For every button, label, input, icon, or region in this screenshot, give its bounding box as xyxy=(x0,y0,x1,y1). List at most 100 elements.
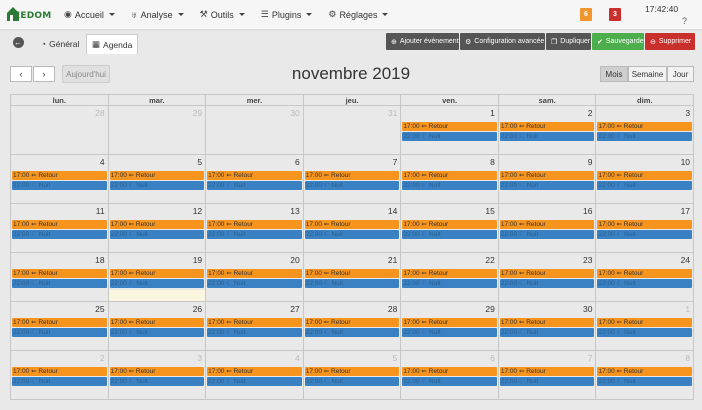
event-retour[interactable]: 17:00 ⇐ Retour xyxy=(499,122,595,131)
event-nuit[interactable]: 22:00 ☾ Nuit xyxy=(304,328,400,337)
day-number[interactable]: 29 xyxy=(485,304,494,314)
day-cell[interactable]: 7 17:00 ⇐ Retour 22:00 ☾ Nuit xyxy=(302,155,401,203)
day-cell[interactable]: 12 17:00 ⇐ Retour 22:00 ☾ Nuit xyxy=(107,204,206,252)
day-cell[interactable]: 15 17:00 ⇐ Retour 22:00 ☾ Nuit xyxy=(400,204,498,252)
event-nuit[interactable]: 22:00 ☾ Nuit xyxy=(402,181,497,190)
day-number[interactable]: 30 xyxy=(290,108,299,118)
event-nuit[interactable]: 22:00 ☾ Nuit xyxy=(597,181,693,190)
event-retour[interactable]: 17:00 ⇐ Retour xyxy=(12,269,107,278)
day-number[interactable]: 5 xyxy=(197,157,202,167)
day-cell[interactable]: 8 17:00 ⇐ Retour 22:00 ☾ Nuit xyxy=(400,155,498,203)
menu-plugins[interactable]: ☰ Plugins xyxy=(253,0,321,30)
day-cell[interactable]: 30 17:00 ⇐ Retour 22:00 ☾ Nuit xyxy=(497,302,596,350)
event-nuit[interactable]: 22:00 ☾ Nuit xyxy=(402,328,497,337)
day-number[interactable]: 3 xyxy=(685,108,690,118)
event-retour[interactable]: 17:00 ⇐ Retour xyxy=(402,122,497,131)
day-cell[interactable]: 10 17:00 ⇐ Retour 22:00 ☾ Nuit xyxy=(595,155,695,203)
day-number[interactable]: 19 xyxy=(193,255,202,265)
message-count-badge[interactable]: 6 xyxy=(580,8,592,21)
event-nuit[interactable]: 22:00 ☾ Nuit xyxy=(597,230,693,239)
event-retour[interactable]: 17:00 ⇐ Retour xyxy=(597,318,693,327)
event-nuit[interactable]: 22:00 ☾ Nuit xyxy=(499,181,595,190)
event-nuit[interactable]: 22:00 ☾ Nuit xyxy=(109,181,205,190)
day-number[interactable]: 6 xyxy=(490,353,495,363)
event-retour[interactable]: 17:00 ⇐ Retour xyxy=(597,171,693,180)
day-number[interactable]: 8 xyxy=(490,157,495,167)
event-nuit[interactable]: 22:00 ☾ Nuit xyxy=(304,377,400,386)
day-number[interactable]: 9 xyxy=(588,157,593,167)
event-retour[interactable]: 17:00 ⇐ Retour xyxy=(207,171,302,180)
event-retour[interactable]: 17:00 ⇐ Retour xyxy=(402,171,497,180)
day-number[interactable]: 14 xyxy=(388,206,397,216)
day-cell[interactable]: 31 xyxy=(302,106,401,154)
event-nuit[interactable]: 22:00 ☾ Nuit xyxy=(207,377,302,386)
alert-count-badge[interactable]: 3 xyxy=(609,8,621,21)
event-nuit[interactable]: 22:00 ☾ Nuit xyxy=(402,279,497,288)
day-number[interactable]: 1 xyxy=(685,304,690,314)
day-cell[interactable]: 13 17:00 ⇐ Retour 22:00 ☾ Nuit xyxy=(205,204,303,252)
day-number[interactable]: 22 xyxy=(485,255,494,265)
event-nuit[interactable]: 22:00 ☾ Nuit xyxy=(207,279,302,288)
tab-general[interactable]: ◔ Général xyxy=(36,34,84,54)
add-event-button[interactable]: ⊕ Ajouter événement xyxy=(386,33,459,50)
event-retour[interactable]: 17:00 ⇐ Retour xyxy=(109,220,205,229)
day-cell[interactable]: 26 17:00 ⇐ Retour 22:00 ☾ Nuit xyxy=(107,302,206,350)
day-number[interactable]: 4 xyxy=(100,157,105,167)
event-nuit[interactable]: 22:00 ☾ Nuit xyxy=(499,328,595,337)
event-retour[interactable]: 17:00 ⇐ Retour xyxy=(402,318,497,327)
day-cell[interactable]: 24 17:00 ⇐ Retour 22:00 ☾ Nuit xyxy=(595,253,695,301)
day-cell[interactable]: 20 17:00 ⇐ Retour 22:00 ☾ Nuit xyxy=(205,253,303,301)
event-retour[interactable]: 17:00 ⇐ Retour xyxy=(597,269,693,278)
back-button[interactable]: ← xyxy=(10,35,26,50)
day-number[interactable]: 24 xyxy=(681,255,690,265)
day-number[interactable]: 26 xyxy=(193,304,202,314)
day-cell[interactable]: 11 17:00 ⇐ Retour 22:00 ☾ Nuit xyxy=(10,204,108,252)
event-nuit[interactable]: 22:00 ☾ Nuit xyxy=(12,230,107,239)
event-retour[interactable]: 17:00 ⇐ Retour xyxy=(109,269,205,278)
event-retour[interactable]: 17:00 ⇐ Retour xyxy=(12,171,107,180)
day-number[interactable]: 7 xyxy=(393,157,398,167)
day-number[interactable]: 3 xyxy=(197,353,202,363)
day-number[interactable]: 11 xyxy=(96,206,105,216)
day-cell[interactable]: 7 17:00 ⇐ Retour 22:00 ☾ Nuit xyxy=(497,351,596,399)
day-number[interactable]: 17 xyxy=(681,206,690,216)
day-cell[interactable]: 28 17:00 ⇐ Retour 22:00 ☾ Nuit xyxy=(302,302,401,350)
day-cell[interactable]: 2 17:00 ⇐ Retour 22:00 ☾ Nuit xyxy=(497,106,596,154)
day-number[interactable]: 28 xyxy=(95,108,104,118)
duplicate-button[interactable]: ❐ Dupliquer xyxy=(546,33,591,50)
day-cell[interactable]: 28 xyxy=(10,106,108,154)
view-day-button[interactable]: Jour xyxy=(667,66,694,82)
event-retour[interactable]: 17:00 ⇐ Retour xyxy=(12,367,107,376)
view-week-button[interactable]: Semaine xyxy=(628,66,667,82)
day-cell[interactable]: 16 17:00 ⇐ Retour 22:00 ☾ Nuit xyxy=(497,204,596,252)
event-retour[interactable]: 17:00 ⇐ Retour xyxy=(304,220,400,229)
day-cell[interactable]: 5 17:00 ⇐ Retour 22:00 ☾ Nuit xyxy=(302,351,401,399)
day-number[interactable]: 4 xyxy=(295,353,300,363)
menu-analyse[interactable]: ♅ Analyse xyxy=(123,0,192,30)
event-retour[interactable]: 17:00 ⇐ Retour xyxy=(597,367,693,376)
event-retour[interactable]: 17:00 ⇐ Retour xyxy=(402,269,497,278)
event-nuit[interactable]: 22:00 ☾ Nuit xyxy=(402,132,497,141)
day-number[interactable]: 2 xyxy=(100,353,105,363)
event-nuit[interactable]: 22:00 ☾ Nuit xyxy=(304,181,400,190)
event-nuit[interactable]: 22:00 ☾ Nuit xyxy=(207,181,302,190)
day-cell[interactable]: 29 xyxy=(107,106,206,154)
day-cell[interactable]: 9 17:00 ⇐ Retour 22:00 ☾ Nuit xyxy=(497,155,596,203)
day-number[interactable]: 5 xyxy=(393,353,398,363)
day-cell[interactable]: 8 17:00 ⇐ Retour 22:00 ☾ Nuit xyxy=(595,351,695,399)
day-cell[interactable]: 3 17:00 ⇐ Retour 22:00 ☾ Nuit xyxy=(107,351,206,399)
event-nuit[interactable]: 22:00 ☾ Nuit xyxy=(597,132,693,141)
day-cell[interactable]: 21 17:00 ⇐ Retour 22:00 ☾ Nuit xyxy=(302,253,401,301)
day-number[interactable]: 16 xyxy=(583,206,592,216)
event-retour[interactable]: 17:00 ⇐ Retour xyxy=(12,318,107,327)
event-nuit[interactable]: 22:00 ☾ Nuit xyxy=(499,279,595,288)
event-nuit[interactable]: 22:00 ☾ Nuit xyxy=(109,377,205,386)
event-retour[interactable]: 17:00 ⇐ Retour xyxy=(304,367,400,376)
event-nuit[interactable]: 22:00 ☾ Nuit xyxy=(499,377,595,386)
day-cell[interactable]: 17 17:00 ⇐ Retour 22:00 ☾ Nuit xyxy=(595,204,695,252)
event-retour[interactable]: 17:00 ⇐ Retour xyxy=(304,269,400,278)
day-cell[interactable]: 14 17:00 ⇐ Retour 22:00 ☾ Nuit xyxy=(302,204,401,252)
day-cell[interactable]: 1 17:00 ⇐ Retour 22:00 ☾ Nuit xyxy=(595,302,695,350)
event-nuit[interactable]: 22:00 ☾ Nuit xyxy=(109,279,205,288)
day-cell[interactable]: 27 17:00 ⇐ Retour 22:00 ☾ Nuit xyxy=(205,302,303,350)
